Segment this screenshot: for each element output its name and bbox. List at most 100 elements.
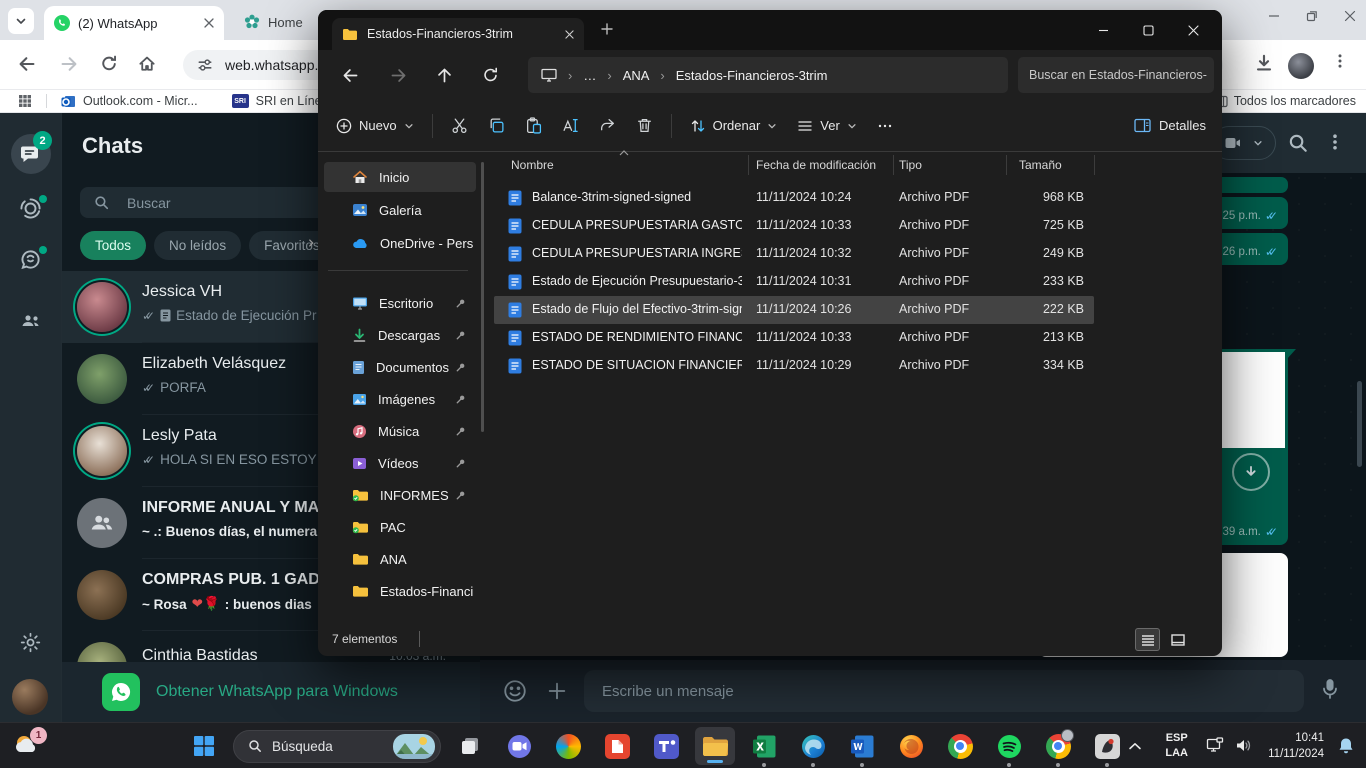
sidebar-item-informes[interactable]: INFORMES — [324, 480, 476, 510]
sidebar-item-onedrive[interactable]: OneDrive - Pers — [324, 228, 476, 258]
details-button[interactable]: Detalles — [1134, 118, 1206, 133]
browser-menu-icon[interactable] — [1332, 53, 1348, 69]
chat-avatar[interactable] — [77, 426, 127, 476]
app-word[interactable] — [842, 723, 882, 768]
file-row[interactable]: ESTADO DE SITUACION FINANCIERA-3tri... 1… — [494, 352, 1094, 380]
tab-close-icon[interactable] — [204, 18, 214, 28]
delete-icon[interactable] — [626, 108, 663, 144]
details-view-toggle[interactable] — [1135, 628, 1160, 651]
sort-button[interactable]: Ordenar — [680, 108, 788, 144]
apps-grid-icon[interactable] — [18, 94, 32, 108]
minimize-button[interactable] — [1081, 10, 1126, 50]
message-input[interactable]: Escribe un mensaje — [584, 670, 1304, 712]
nav-forward-icon[interactable] — [390, 67, 407, 84]
home-icon[interactable] — [138, 55, 156, 73]
sidebar-item-musica[interactable]: Música — [324, 416, 476, 446]
nav-refresh-icon[interactable] — [482, 67, 499, 84]
copy-icon[interactable] — [478, 108, 515, 144]
app-copilot[interactable] — [548, 723, 588, 768]
chat-avatar[interactable] — [77, 570, 127, 620]
explorer-search-input[interactable]: Buscar en Estados-Financieros- — [1018, 57, 1214, 93]
tray-overflow-chevron[interactable] — [1128, 741, 1142, 751]
column-divider[interactable] — [748, 155, 749, 175]
all-bookmarks-button[interactable]: Todos los marcadores — [1215, 94, 1366, 108]
notification-bell-icon[interactable] — [1336, 736, 1356, 756]
sidebar-item-inicio[interactable]: Inicio — [324, 162, 476, 192]
share-icon[interactable] — [589, 108, 626, 144]
file-row[interactable]: Estado de Ejecución Presupuestario-3TRI.… — [494, 268, 1094, 296]
sidebar-item-ana[interactable]: ANA — [324, 544, 476, 574]
tab-whatsapp[interactable]: (2) WhatsApp — [44, 6, 224, 40]
status-icon[interactable] — [19, 197, 42, 220]
get-whatsapp-banner[interactable]: Obtener WhatsApp para Windows — [62, 662, 480, 722]
user-avatar[interactable] — [12, 679, 48, 715]
restore-button[interactable] — [1306, 10, 1318, 22]
sidebar-item-videos[interactable]: Vídeos — [324, 448, 476, 478]
close-button[interactable] — [1171, 10, 1216, 50]
app-chrome-profile[interactable] — [1038, 723, 1078, 768]
communities-icon[interactable] — [19, 309, 43, 333]
column-fecha[interactable]: Fecha de modificación — [756, 158, 876, 172]
app-teams[interactable] — [646, 723, 686, 768]
app-pdf[interactable] — [597, 723, 637, 768]
network-icon[interactable] — [1206, 737, 1224, 753]
back-icon[interactable] — [18, 55, 36, 73]
app-spotify[interactable] — [989, 723, 1029, 768]
minimize-button[interactable] — [1268, 10, 1280, 22]
column-nombre[interactable]: Nombre — [511, 158, 554, 172]
channels-icon[interactable] — [19, 248, 42, 271]
expand-chevron-icon[interactable] — [306, 238, 316, 248]
close-button[interactable] — [1344, 10, 1356, 22]
site-settings-icon[interactable] — [197, 57, 213, 73]
sidebar-item-descargas[interactable]: Descargas — [324, 320, 476, 350]
bookmark-outlook[interactable]: Outlook.com - Micr... — [61, 94, 198, 109]
new-button[interactable]: Nuevo — [326, 108, 424, 144]
cut-icon[interactable] — [441, 108, 478, 144]
app-edge[interactable] — [793, 723, 833, 768]
attach-plus-icon[interactable] — [546, 680, 568, 702]
tab-search-button[interactable] — [8, 8, 34, 34]
sidebar-item-documentos[interactable]: Documentos — [324, 352, 476, 382]
sidebar-item-estados-financieros[interactable]: Estados-Financi — [324, 576, 476, 606]
emoji-icon[interactable] — [502, 678, 528, 704]
column-tipo[interactable]: Tipo — [899, 158, 922, 172]
tab-close-icon[interactable] — [565, 30, 574, 39]
conversation-menu-icon[interactable] — [1326, 133, 1344, 151]
nav-up-icon[interactable] — [436, 67, 453, 84]
sidebar-item-escritorio[interactable]: Escritorio — [324, 288, 476, 318]
sidebar-item-pac[interactable]: PAC — [324, 512, 476, 542]
explorer-tab[interactable]: Estados-Financieros-3trim — [332, 18, 584, 50]
new-tab-icon[interactable] — [600, 22, 614, 36]
filter-no-leidos[interactable]: No leídos — [154, 231, 241, 260]
app-file-explorer[interactable] — [695, 727, 735, 765]
volume-icon[interactable] — [1235, 738, 1252, 753]
app-excel[interactable] — [744, 723, 784, 768]
taskbar-search[interactable]: Búsqueda — [233, 730, 441, 763]
column-tamano[interactable]: Tamaño — [1019, 158, 1062, 172]
app-chat[interactable] — [499, 723, 539, 768]
view-button[interactable]: Ver — [787, 108, 867, 144]
reload-icon[interactable] — [100, 55, 118, 73]
forward-icon[interactable] — [60, 55, 78, 73]
column-divider[interactable] — [893, 155, 894, 175]
mic-icon[interactable] — [1318, 677, 1342, 701]
file-row-selected[interactable]: Estado de Flujo del Efectivo-3trim-signe… — [494, 296, 1094, 324]
app-firefox[interactable] — [891, 723, 931, 768]
sidebar-item-imagenes[interactable]: Imágenes — [324, 384, 476, 414]
chat-avatar[interactable] — [77, 354, 127, 404]
profile-avatar[interactable] — [1288, 53, 1314, 79]
sidebar-item-galeria[interactable]: Galería — [324, 195, 476, 225]
group-avatar[interactable] — [77, 498, 127, 548]
more-options-icon[interactable] — [867, 108, 903, 144]
download-button[interactable] — [1232, 453, 1270, 491]
rename-icon[interactable] — [552, 108, 589, 144]
breadcrumb-current[interactable]: Estados-Financieros-3trim — [676, 68, 828, 83]
breadcrumb[interactable]: › … › ANA › Estados-Financieros-3trim — [528, 57, 1008, 93]
breadcrumb-ellipsis[interactable]: … — [583, 68, 596, 83]
column-divider[interactable] — [1094, 155, 1095, 175]
download-icon[interactable] — [1254, 53, 1274, 73]
column-divider[interactable] — [1006, 155, 1007, 175]
paste-icon[interactable] — [515, 108, 552, 144]
settings-gear-icon[interactable] — [19, 631, 42, 654]
large-icons-view-toggle[interactable] — [1165, 628, 1190, 651]
